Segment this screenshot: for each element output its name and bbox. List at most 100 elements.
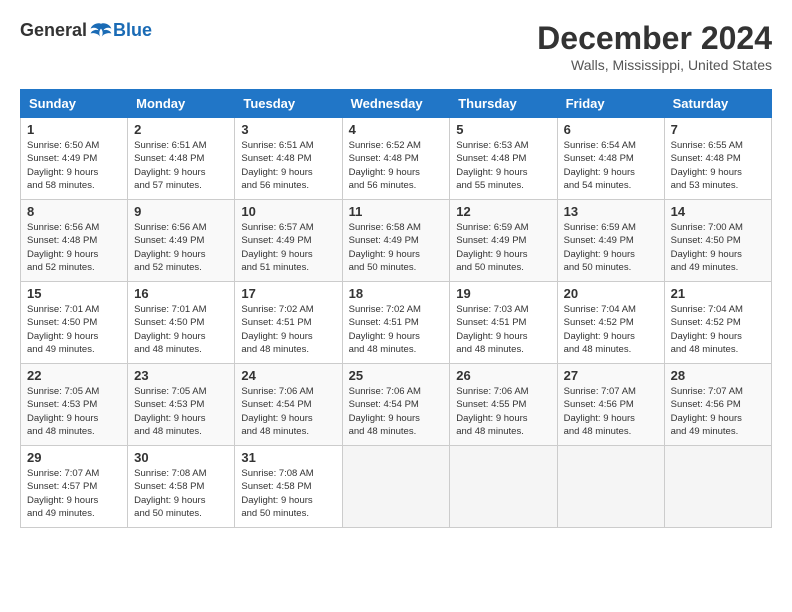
calendar-week-row: 29Sunrise: 7:07 AMSunset: 4:57 PMDayligh…: [21, 446, 772, 528]
day-info: Sunrise: 7:06 AMSunset: 4:55 PMDaylight:…: [456, 385, 550, 438]
day-number: 12: [456, 204, 550, 219]
location: Walls, Mississippi, United States: [537, 57, 772, 73]
day-info: Sunrise: 6:58 AMSunset: 4:49 PMDaylight:…: [349, 221, 444, 274]
day-number: 6: [564, 122, 658, 137]
day-info: Sunrise: 7:07 AMSunset: 4:56 PMDaylight:…: [671, 385, 765, 438]
calendar-cell: 16 Sunrise: 7:01 AMSunset: 4:50 PMDayligh…: [128, 282, 235, 364]
page-header: General Blue December 2024 Walls, Missis…: [20, 20, 772, 73]
calendar-cell: 28 Sunrise: 7:07 AMSunset: 4:56 PMDayligh…: [664, 364, 771, 446]
day-number: 25: [349, 368, 444, 383]
day-info: Sunrise: 7:07 AMSunset: 4:57 PMDaylight:…: [27, 467, 121, 520]
day-info: Sunrise: 7:03 AMSunset: 4:51 PMDaylight:…: [456, 303, 550, 356]
calendar-cell: 3 Sunrise: 6:51 AMSunset: 4:48 PMDaylight…: [235, 118, 342, 200]
day-number: 11: [349, 204, 444, 219]
day-info: Sunrise: 6:51 AMSunset: 4:48 PMDaylight:…: [241, 139, 335, 192]
day-info: Sunrise: 6:51 AMSunset: 4:48 PMDaylight:…: [134, 139, 228, 192]
logo-bird-icon: [89, 21, 113, 41]
calendar-cell: 29Sunrise: 7:07 AMSunset: 4:57 PMDayligh…: [21, 446, 128, 528]
day-number: 4: [349, 122, 444, 137]
day-number: 28: [671, 368, 765, 383]
day-number: 23: [134, 368, 228, 383]
calendar-cell: 26 Sunrise: 7:06 AMSunset: 4:55 PMDayligh…: [450, 364, 557, 446]
day-number: 31: [241, 450, 335, 465]
calendar-cell: [664, 446, 771, 528]
weekday-header: Saturday: [664, 90, 771, 118]
day-number: 26: [456, 368, 550, 383]
day-number: 19: [456, 286, 550, 301]
day-info: Sunrise: 7:07 AMSunset: 4:56 PMDaylight:…: [564, 385, 658, 438]
calendar-week-row: 22 Sunrise: 7:05 AMSunset: 4:53 PMDayligh…: [21, 364, 772, 446]
calendar-cell: 2 Sunrise: 6:51 AMSunset: 4:48 PMDaylight…: [128, 118, 235, 200]
calendar-cell: 12 Sunrise: 6:59 AMSunset: 4:49 PMDayligh…: [450, 200, 557, 282]
day-info: Sunrise: 7:05 AMSunset: 4:53 PMDaylight:…: [134, 385, 228, 438]
calendar-cell: [342, 446, 450, 528]
day-info: Sunrise: 6:54 AMSunset: 4:48 PMDaylight:…: [564, 139, 658, 192]
calendar-cell: 15 Sunrise: 7:01 AMSunset: 4:50 PMDayligh…: [21, 282, 128, 364]
weekday-header: Thursday: [450, 90, 557, 118]
day-number: 10: [241, 204, 335, 219]
day-info: Sunrise: 7:00 AMSunset: 4:50 PMDaylight:…: [671, 221, 765, 274]
day-info: Sunrise: 7:02 AMSunset: 4:51 PMDaylight:…: [241, 303, 335, 356]
calendar-cell: 25 Sunrise: 7:06 AMSunset: 4:54 PMDayligh…: [342, 364, 450, 446]
day-number: 18: [349, 286, 444, 301]
day-info: Sunrise: 7:02 AMSunset: 4:51 PMDaylight:…: [349, 303, 444, 356]
day-number: 7: [671, 122, 765, 137]
day-info: Sunrise: 6:55 AMSunset: 4:48 PMDaylight:…: [671, 139, 765, 192]
day-number: 13: [564, 204, 658, 219]
calendar-week-row: 15 Sunrise: 7:01 AMSunset: 4:50 PMDayligh…: [21, 282, 772, 364]
calendar-table: SundayMondayTuesdayWednesdayThursdayFrid…: [20, 89, 772, 528]
day-number: 15: [27, 286, 121, 301]
calendar-cell: 7 Sunrise: 6:55 AMSunset: 4:48 PMDaylight…: [664, 118, 771, 200]
day-number: 27: [564, 368, 658, 383]
calendar-cell: 10 Sunrise: 6:57 AMSunset: 4:49 PMDayligh…: [235, 200, 342, 282]
day-number: 16: [134, 286, 228, 301]
day-info: Sunrise: 7:04 AMSunset: 4:52 PMDaylight:…: [671, 303, 765, 356]
logo-blue: Blue: [113, 20, 152, 41]
day-number: 22: [27, 368, 121, 383]
calendar-cell: 19 Sunrise: 7:03 AMSunset: 4:51 PMDayligh…: [450, 282, 557, 364]
calendar-cell: 17Sunrise: 7:02 AMSunset: 4:51 PMDayligh…: [235, 282, 342, 364]
day-number: 21: [671, 286, 765, 301]
calendar-cell: 21 Sunrise: 7:04 AMSunset: 4:52 PMDayligh…: [664, 282, 771, 364]
day-number: 14: [671, 204, 765, 219]
weekday-header: Sunday: [21, 90, 128, 118]
day-number: 3: [241, 122, 335, 137]
calendar-cell: 22 Sunrise: 7:05 AMSunset: 4:53 PMDayligh…: [21, 364, 128, 446]
title-section: December 2024 Walls, Mississippi, United…: [537, 20, 772, 73]
weekday-header: Wednesday: [342, 90, 450, 118]
day-info: Sunrise: 6:56 AMSunset: 4:49 PMDaylight:…: [134, 221, 228, 274]
day-number: 20: [564, 286, 658, 301]
calendar-cell: 27 Sunrise: 7:07 AMSunset: 4:56 PMDayligh…: [557, 364, 664, 446]
calendar-week-row: 1Sunrise: 6:50 AMSunset: 4:49 PMDaylight…: [21, 118, 772, 200]
day-info: Sunrise: 6:53 AMSunset: 4:48 PMDaylight:…: [456, 139, 550, 192]
day-info: Sunrise: 7:04 AMSunset: 4:52 PMDaylight:…: [564, 303, 658, 356]
day-info: Sunrise: 6:50 AMSunset: 4:49 PMDaylight:…: [27, 139, 121, 192]
calendar-cell: 23 Sunrise: 7:05 AMSunset: 4:53 PMDayligh…: [128, 364, 235, 446]
day-info: Sunrise: 7:05 AMSunset: 4:53 PMDaylight:…: [27, 385, 121, 438]
day-info: Sunrise: 7:08 AMSunset: 4:58 PMDaylight:…: [241, 467, 335, 520]
day-number: 5: [456, 122, 550, 137]
calendar-cell: 31 Sunrise: 7:08 AMSunset: 4:58 PMDayligh…: [235, 446, 342, 528]
day-info: Sunrise: 6:59 AMSunset: 4:49 PMDaylight:…: [564, 221, 658, 274]
calendar-cell: 8Sunrise: 6:56 AMSunset: 4:48 PMDaylight…: [21, 200, 128, 282]
day-info: Sunrise: 7:01 AMSunset: 4:50 PMDaylight:…: [134, 303, 228, 356]
calendar-cell: 18 Sunrise: 7:02 AMSunset: 4:51 PMDayligh…: [342, 282, 450, 364]
calendar-cell: 9 Sunrise: 6:56 AMSunset: 4:49 PMDaylight…: [128, 200, 235, 282]
day-info: Sunrise: 6:59 AMSunset: 4:49 PMDaylight:…: [456, 221, 550, 274]
day-number: 8: [27, 204, 121, 219]
day-number: 9: [134, 204, 228, 219]
day-number: 2: [134, 122, 228, 137]
logo: General Blue: [20, 20, 152, 41]
calendar-cell: 20 Sunrise: 7:04 AMSunset: 4:52 PMDayligh…: [557, 282, 664, 364]
day-info: Sunrise: 7:01 AMSunset: 4:50 PMDaylight:…: [27, 303, 121, 356]
calendar-cell: [450, 446, 557, 528]
day-info: Sunrise: 7:06 AMSunset: 4:54 PMDaylight:…: [349, 385, 444, 438]
calendar-cell: 11 Sunrise: 6:58 AMSunset: 4:49 PMDayligh…: [342, 200, 450, 282]
calendar-week-row: 8Sunrise: 6:56 AMSunset: 4:48 PMDaylight…: [21, 200, 772, 282]
calendar-cell: 5 Sunrise: 6:53 AMSunset: 4:48 PMDaylight…: [450, 118, 557, 200]
day-info: Sunrise: 7:06 AMSunset: 4:54 PMDaylight:…: [241, 385, 335, 438]
calendar-cell: 4Sunrise: 6:52 AMSunset: 4:48 PMDaylight…: [342, 118, 450, 200]
day-info: Sunrise: 6:57 AMSunset: 4:49 PMDaylight:…: [241, 221, 335, 274]
month-title: December 2024: [537, 20, 772, 57]
day-number: 24: [241, 368, 335, 383]
